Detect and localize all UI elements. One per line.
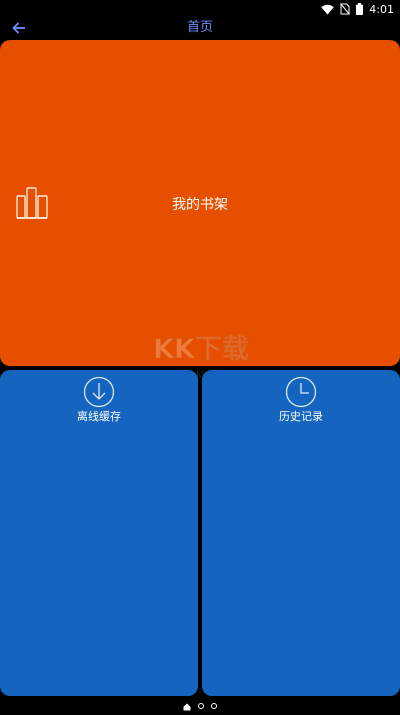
download-circle-icon (83, 376, 115, 408)
status-icons: 4:01 (321, 2, 394, 16)
page-title: 首页 (186, 20, 213, 35)
offline-cache-label: 离线缓存 (77, 410, 121, 423)
history-label: 历史记录 (279, 410, 323, 423)
offline-cache-tile[interactable]: 离线缓存 (0, 370, 198, 696)
history-tile[interactable]: 历史记录 (202, 370, 400, 696)
page-dot[interactable] (211, 702, 217, 709)
page-dot[interactable] (198, 702, 204, 709)
home-icon[interactable] (183, 696, 191, 715)
no-sim-icon (340, 3, 351, 15)
page-indicator (0, 700, 400, 711)
bookshelf-tile[interactable]: 我的书架 (0, 40, 400, 366)
app-bar: 首页 (0, 18, 400, 38)
status-time: 4:01 (369, 2, 394, 16)
bookshelf-label: 我的书架 (172, 197, 228, 213)
clock-icon (285, 376, 317, 408)
wifi-icon (321, 4, 334, 15)
battery-icon (356, 3, 364, 15)
status-bar: 4:01 (0, 0, 400, 18)
